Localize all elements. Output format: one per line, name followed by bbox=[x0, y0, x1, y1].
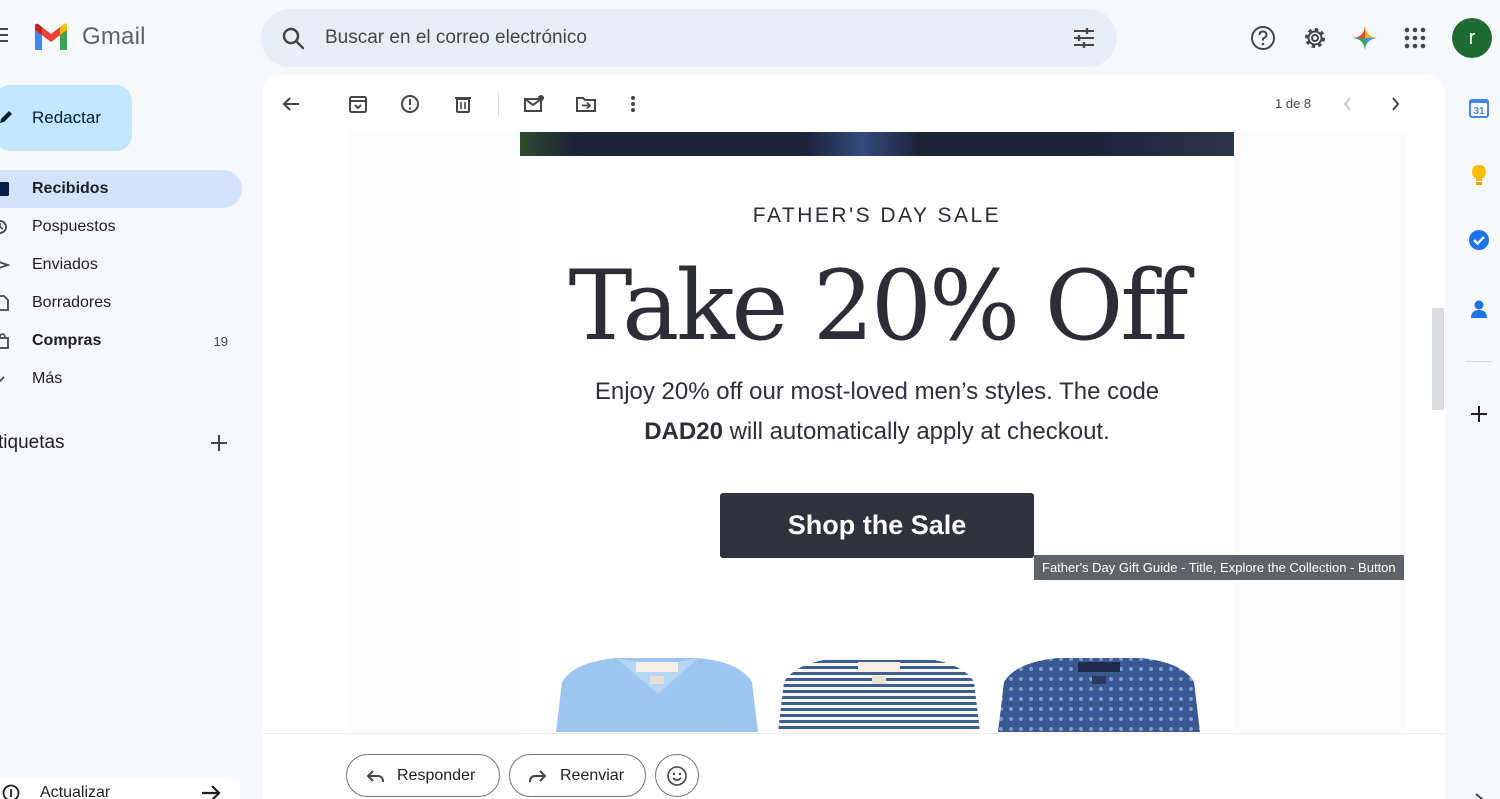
emoji-reaction-button[interactable] bbox=[655, 754, 699, 797]
help-icon[interactable] bbox=[1243, 18, 1283, 58]
draft-file-icon bbox=[0, 295, 9, 311]
gemini-sparkle-icon[interactable] bbox=[1345, 18, 1385, 58]
labels-section-title: tiquetas bbox=[0, 432, 65, 453]
chevron-down-icon bbox=[0, 376, 5, 383]
inbox-icon bbox=[0, 182, 9, 196]
apps-grid-icon[interactable] bbox=[1395, 18, 1435, 58]
move-to-folder-icon[interactable] bbox=[574, 92, 598, 116]
update-info-icon bbox=[2, 784, 20, 799]
promo-email: FATHER'S DAY SALE Take 20% Off Enjoy 20%… bbox=[520, 132, 1234, 733]
more-options-icon[interactable] bbox=[621, 92, 645, 116]
gmail-logo-icon[interactable] bbox=[32, 22, 70, 52]
pager-count: 1 de 8 bbox=[1275, 96, 1312, 111]
report-spam-icon[interactable] bbox=[398, 92, 422, 116]
search-input[interactable] bbox=[325, 23, 1025, 53]
reply-actions: Responder Reenviar bbox=[263, 733, 1445, 799]
shopping-bag-icon bbox=[0, 333, 9, 349]
promo-body: Enjoy 20% off our most-loved men’s style… bbox=[590, 372, 1164, 452]
sidebar-item-label: Compras bbox=[32, 332, 102, 349]
search-bar[interactable] bbox=[261, 9, 1117, 67]
clock-icon bbox=[0, 220, 7, 234]
compose-label: Redactar bbox=[32, 108, 101, 127]
promo-code: DAD20 bbox=[644, 418, 723, 445]
sidebar-item-label: Enviados bbox=[32, 256, 98, 273]
update-banner[interactable]: Actualizar bbox=[0, 777, 240, 799]
keep-app-icon[interactable] bbox=[1466, 162, 1492, 188]
sidebar-item-snoozed[interactable]: Pospuestos bbox=[0, 208, 242, 246]
sidebar-item-more[interactable]: Más bbox=[0, 360, 242, 398]
add-label-plus-icon[interactable] bbox=[208, 432, 230, 454]
sidebar-item-sent[interactable]: Enviados bbox=[0, 246, 242, 284]
update-label: Actualizar bbox=[40, 784, 111, 799]
pencil-icon bbox=[0, 111, 12, 123]
expand-side-panel-icon[interactable] bbox=[1466, 786, 1492, 799]
shirt-image-navy-print[interactable] bbox=[996, 654, 1202, 733]
hero-image[interactable] bbox=[520, 132, 1234, 156]
sidebar-item-label: Más bbox=[32, 370, 63, 387]
next-message-icon[interactable] bbox=[1383, 92, 1407, 116]
arrow-right-icon[interactable] bbox=[200, 783, 222, 799]
side-panel-divider bbox=[1466, 361, 1492, 362]
email-body: FATHER'S DAY SALE Take 20% Off Enjoy 20%… bbox=[348, 132, 1406, 733]
account-avatar[interactable]: r bbox=[1452, 18, 1492, 58]
forward-label: Reenviar bbox=[560, 766, 625, 784]
sidebar-item-count: 19 bbox=[213, 334, 228, 349]
calendar-app-icon[interactable]: 31 bbox=[1466, 95, 1492, 121]
top-bar: Gmail r bbox=[0, 0, 1500, 75]
message-scrollbar-thumb[interactable] bbox=[1432, 308, 1444, 410]
sidebar-item-purchases[interactable]: Compras 19 bbox=[0, 322, 242, 360]
mark-unread-icon[interactable] bbox=[522, 92, 546, 116]
back-arrow-icon[interactable] bbox=[279, 92, 303, 116]
search-options-icon[interactable] bbox=[1071, 25, 1097, 51]
compose-button[interactable]: Redactar bbox=[0, 85, 132, 151]
add-addon-plus-icon[interactable] bbox=[1466, 401, 1492, 427]
tasks-app-icon[interactable] bbox=[1466, 227, 1492, 253]
message-view: 1 de 8 FATHER'S DAY SALE Take 20% Off En… bbox=[263, 75, 1445, 799]
sidebar-item-label: Recibidos bbox=[32, 180, 109, 197]
send-icon bbox=[0, 261, 10, 269]
sidebar-item-label: Borradores bbox=[32, 294, 112, 311]
message-toolbar: 1 de 8 bbox=[263, 75, 1445, 133]
delete-trash-icon[interactable] bbox=[451, 92, 475, 116]
promo-kicker: FATHER'S DAY SALE bbox=[752, 204, 1002, 227]
contacts-app-icon[interactable] bbox=[1466, 296, 1492, 322]
shop-the-sale-button[interactable]: Shop the Sale bbox=[720, 493, 1034, 558]
main-menu-icon[interactable] bbox=[0, 28, 8, 46]
promo-headline: Take 20% Off bbox=[568, 250, 1189, 362]
archive-icon[interactable] bbox=[346, 92, 370, 116]
settings-gear-icon[interactable] bbox=[1295, 18, 1335, 58]
previous-message-icon[interactable] bbox=[1336, 92, 1360, 116]
toolbar-divider bbox=[498, 93, 499, 117]
app-name[interactable]: Gmail bbox=[82, 23, 146, 51]
sidebar-item-drafts[interactable]: Borradores bbox=[0, 284, 242, 322]
sidebar-item-inbox[interactable]: Recibidos bbox=[0, 170, 242, 208]
search-icon[interactable] bbox=[279, 24, 307, 52]
calendar-day: 31 bbox=[1473, 106, 1485, 117]
shirt-image-light-blue[interactable] bbox=[554, 654, 760, 733]
reply-button[interactable]: Responder bbox=[346, 754, 500, 797]
forward-button[interactable]: Reenviar bbox=[509, 754, 646, 797]
promo-body-line1: Enjoy 20% off our most-loved men’s style… bbox=[594, 378, 1160, 405]
sidebar-item-label: Pospuestos bbox=[32, 218, 116, 235]
image-alt-tooltip: Father's Day Gift Guide - Title, Explore… bbox=[1034, 555, 1404, 580]
promo-body-line2: will automatically apply at checkout. bbox=[722, 418, 1110, 445]
shirt-image-striped[interactable] bbox=[776, 654, 982, 733]
reply-label: Responder bbox=[397, 766, 476, 784]
reply-arrow-icon bbox=[366, 769, 384, 782]
smiley-icon bbox=[667, 765, 687, 786]
forward-arrow-icon bbox=[529, 769, 547, 782]
